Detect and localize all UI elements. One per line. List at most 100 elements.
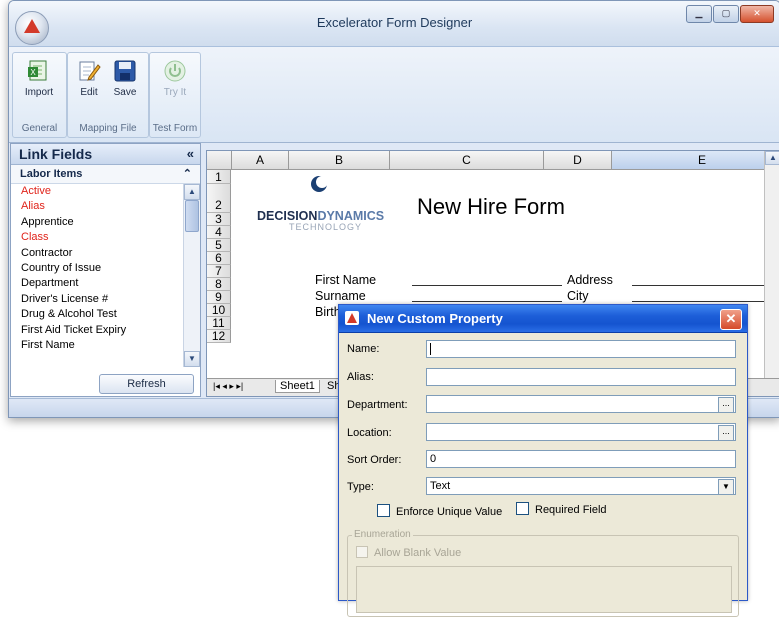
alias-input[interactable] <box>426 368 736 386</box>
close-button[interactable]: ✕ <box>740 5 774 23</box>
city-line <box>632 301 767 302</box>
allow-blank-checkbox[interactable]: Allow Blank Value <box>356 546 461 559</box>
sort-order-label: Sort Order: <box>347 454 402 466</box>
new-custom-property-dialog: New Custom Property ✕ Name: Alias: Depar… <box>338 304 748 617</box>
logo-sub-text: TECHNOLOGY <box>289 222 363 232</box>
list-item[interactable]: Apprentice <box>11 215 182 230</box>
scroll-up-icon[interactable]: ▲ <box>765 151 779 165</box>
save-button[interactable]: Save <box>108 59 142 98</box>
label-city: City <box>567 289 589 303</box>
enumeration-legend: Enumeration <box>352 529 413 540</box>
enumeration-group: Enumeration Allow Blank Value <box>347 529 739 617</box>
label-first-name: First Name <box>315 273 377 287</box>
sort-order-input[interactable]: 0 <box>426 450 736 468</box>
maximize-button[interactable]: ▢ <box>713 5 739 23</box>
list-scrollbar[interactable]: ▲ ▼ <box>183 184 200 367</box>
dialog-close-button[interactable]: ✕ <box>720 309 742 330</box>
department-input[interactable]: ... <box>426 395 736 413</box>
list-item[interactable]: First Name <box>11 338 182 353</box>
type-label: Type: <box>347 481 374 493</box>
alias-label: Alias: <box>347 371 374 383</box>
checkbox-box[interactable] <box>356 546 368 558</box>
edit-icon <box>79 61 101 81</box>
section-header[interactable]: Labor Items ⌃ <box>11 165 200 184</box>
select-all-corner[interactable] <box>207 151 232 170</box>
sheet-vertical-scrollbar[interactable]: ▲ <box>764 151 779 379</box>
list-item[interactable]: Department <box>11 276 182 291</box>
section-title: Labor Items <box>20 168 83 180</box>
link-fields-panel: Link Fields « Labor Items ⌃ Active Alias A… <box>10 143 201 397</box>
row-header[interactable]: 2 <box>207 184 231 213</box>
list-item[interactable]: Contractor <box>11 246 182 261</box>
dialog-title-bar: New Custom Property ✕ <box>339 305 747 333</box>
column-header[interactable]: E <box>612 151 779 170</box>
required-field-checkbox[interactable]: Required Field <box>516 502 607 516</box>
list-item[interactable]: Drug & Alcohol Test <box>11 307 182 322</box>
excel-import-icon: X <box>28 60 47 81</box>
list-item[interactable]: Alias <box>11 199 182 214</box>
scroll-down-icon[interactable]: ▼ <box>184 351 200 367</box>
minimize-button[interactable]: ▁ <box>686 5 712 23</box>
import-button-label: Import <box>24 87 54 98</box>
logo-mark <box>310 175 328 196</box>
power-icon <box>164 60 186 82</box>
list-item[interactable]: Class <box>11 230 182 245</box>
list-item[interactable]: Driver's License # <box>11 292 182 307</box>
ribbon-group-general: X Import General <box>12 52 67 138</box>
list-item[interactable]: Active <box>11 184 182 199</box>
column-header[interactable]: B <box>289 151 390 170</box>
ribbon-group-test-form: Try It Test Form <box>149 52 201 138</box>
ribbon: X Import General Edit Save Mapping File … <box>9 47 779 143</box>
try-it-button-label: Try It <box>163 87 187 98</box>
scroll-up-icon[interactable]: ▲ <box>184 184 200 200</box>
location-input[interactable]: ... <box>426 423 736 441</box>
enforce-unique-checkbox[interactable]: Enforce Unique Value <box>377 504 502 518</box>
department-label: Department: <box>347 399 408 411</box>
list-item[interactable]: First Aid Ticket Expiry <box>11 323 182 338</box>
checkbox-box[interactable] <box>516 502 529 515</box>
location-browse-button[interactable]: ... <box>718 425 734 441</box>
tab-sheet1[interactable]: Sheet1 <box>275 380 320 393</box>
ribbon-group-label: Mapping File <box>79 123 137 134</box>
try-it-button[interactable]: Try It <box>158 59 192 98</box>
logo-main-text: DECISION <box>257 209 318 223</box>
refresh-button[interactable]: Refresh <box>99 374 194 394</box>
save-icon <box>114 60 136 82</box>
logo-accent-text: DYNAMICS <box>317 209 385 223</box>
location-label: Location: <box>347 427 392 439</box>
address-line <box>632 285 767 286</box>
row-header[interactable]: 12 <box>207 330 231 343</box>
panel-title: Link Fields <box>19 146 93 162</box>
row-header[interactable]: 1 <box>207 170 231 184</box>
label-address: Address <box>567 273 613 287</box>
required-field-label: Required Field <box>535 504 607 516</box>
svg-text:X: X <box>30 68 36 77</box>
dialog-title: New Custom Property <box>367 311 503 326</box>
dialog-app-icon <box>345 311 359 325</box>
form-title: New Hire Form <box>417 194 565 219</box>
edit-button-label: Edit <box>80 87 98 98</box>
department-browse-button[interactable]: ... <box>718 397 734 413</box>
text-caret <box>430 343 431 355</box>
checkbox-box[interactable] <box>377 504 390 517</box>
surname-line <box>412 301 562 302</box>
collapse-panel-icon[interactable]: « <box>187 144 194 164</box>
scroll-thumb[interactable] <box>185 200 199 232</box>
type-select[interactable]: Text ▼ <box>426 477 736 495</box>
save-button-label: Save <box>113 87 137 98</box>
column-header[interactable]: D <box>544 151 612 170</box>
column-header[interactable]: A <box>232 151 289 170</box>
tab-nav-icons[interactable]: |◂ ◂ ▸ ▸| <box>213 381 243 392</box>
edit-button[interactable]: Edit <box>72 59 106 98</box>
type-value: Text <box>430 480 451 492</box>
company-logo-text: DECISIONDYNAMICS <box>257 209 384 223</box>
enumeration-list[interactable] <box>356 566 732 613</box>
import-button[interactable]: X Import <box>22 59 56 98</box>
ribbon-group-label: General <box>21 123 58 134</box>
list-item[interactable]: Country of Issue <box>11 261 182 276</box>
chevron-up-icon[interactable]: ⌃ <box>183 165 192 183</box>
enforce-unique-label: Enforce Unique Value <box>396 506 503 518</box>
column-header[interactable]: C <box>390 151 544 170</box>
chevron-down-icon[interactable]: ▼ <box>718 479 734 495</box>
name-input[interactable] <box>426 340 736 358</box>
